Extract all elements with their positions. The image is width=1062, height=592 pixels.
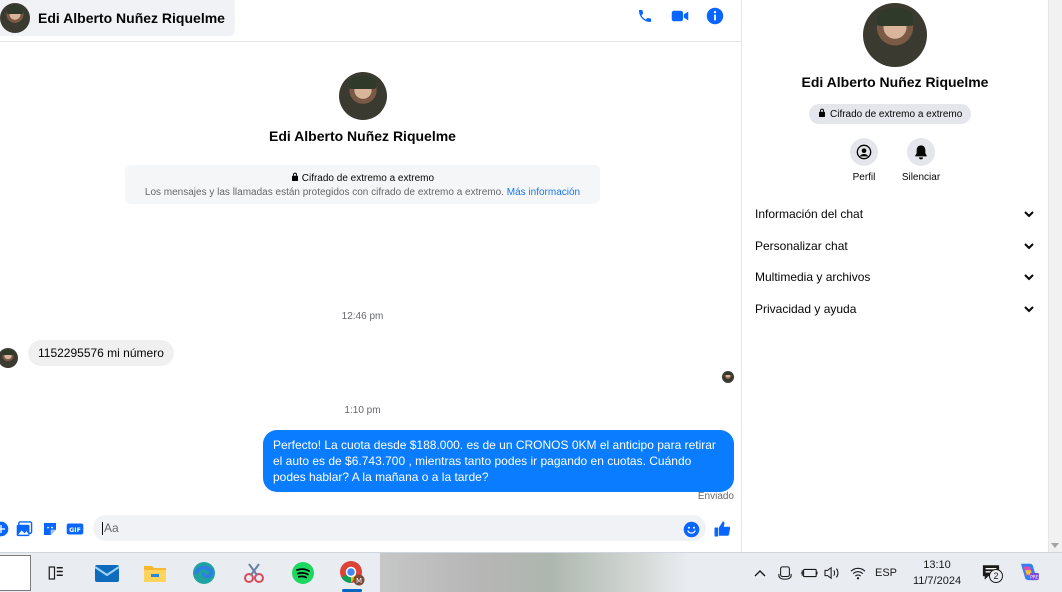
section-label: Multimedia y archivos bbox=[755, 270, 871, 284]
clock-time: 13:10 bbox=[923, 559, 951, 571]
battery-icon[interactable] bbox=[799, 564, 819, 582]
profile-avatar[interactable] bbox=[338, 72, 387, 120]
video-call-icon[interactable] bbox=[670, 6, 690, 26]
scrollbar[interactable] bbox=[1048, 0, 1062, 552]
emoji-icon[interactable] bbox=[682, 520, 700, 538]
sent-status: Enviado bbox=[697, 491, 734, 502]
chevron-up-icon[interactable] bbox=[752, 564, 768, 582]
incoming-message-row: 1152295576 mi número bbox=[0, 338, 174, 368]
language-indicator[interactable]: ESP bbox=[872, 564, 900, 582]
task-view-icon[interactable] bbox=[40, 557, 72, 589]
profile-button-label: Perfil bbox=[852, 172, 876, 183]
clock-date: 11/7/2024 bbox=[912, 575, 962, 587]
clock[interactable]: 13:10 11/7/2024 bbox=[905, 557, 969, 589]
taskbar: M ESP 13:10 11/7/2024 2 PRE bbox=[0, 552, 1062, 592]
lock-icon bbox=[818, 108, 826, 120]
conversation-profile: Edi Alberto Nuñez Riquelme bbox=[0, 72, 725, 144]
profile-icon bbox=[850, 138, 878, 166]
chevron-down-icon bbox=[1024, 270, 1034, 284]
file-explorer-icon[interactable] bbox=[139, 557, 171, 589]
section-media-files[interactable]: Multimedia y archivos bbox=[755, 267, 1034, 287]
profile-name: Edi Alberto Nuñez Riquelme bbox=[269, 128, 456, 144]
mail-icon[interactable] bbox=[91, 557, 123, 589]
e2e-title-text: Cifrado de extremo a extremo bbox=[301, 173, 435, 184]
taskbar-search-box[interactable] bbox=[0, 555, 31, 591]
message-composer: GIF Aa bbox=[0, 512, 741, 544]
more-actions-icon[interactable] bbox=[0, 520, 10, 538]
sender-avatar[interactable] bbox=[0, 348, 18, 368]
chat-area: Edi Alberto Nuñez Riquelme Edi Alberto N… bbox=[0, 0, 741, 552]
gif-icon[interactable]: GIF bbox=[66, 520, 84, 538]
avatar bbox=[0, 3, 30, 33]
e2e-title: Cifrado de extremo a extremo bbox=[125, 172, 600, 184]
section-chat-info[interactable]: Información del chat bbox=[755, 204, 1034, 224]
taskbar-background bbox=[380, 553, 690, 592]
chat-header: Edi Alberto Nuñez Riquelme bbox=[0, 0, 741, 42]
e2e-badge[interactable]: Cifrado de extremo a extremo bbox=[809, 104, 972, 124]
svg-text:M: M bbox=[356, 577, 362, 585]
wifi-icon[interactable] bbox=[849, 564, 867, 582]
panel-avatar[interactable] bbox=[863, 3, 927, 67]
section-privacy-help[interactable]: Privacidad y ayuda bbox=[755, 299, 1034, 319]
like-icon[interactable] bbox=[713, 520, 731, 538]
mute-button-label: Silenciar bbox=[901, 172, 941, 183]
chrome-icon[interactable]: M bbox=[336, 557, 368, 592]
notification-count: 2 bbox=[989, 569, 1003, 583]
incoming-message-bubble[interactable]: 1152295576 mi número bbox=[28, 340, 174, 366]
conversation-info-panel: Edi Alberto Nuñez Riquelme Cifrado de ex… bbox=[741, 0, 1048, 552]
text-caret bbox=[102, 521, 103, 535]
edge-browser-icon[interactable] bbox=[188, 557, 220, 589]
copilot-icon[interactable]: PRE bbox=[1017, 562, 1041, 580]
panel-contact-name: Edi Alberto Nuñez Riquelme bbox=[801, 74, 989, 90]
e2e-badge-label: Cifrado de extremo a extremo bbox=[830, 108, 963, 120]
info-icon[interactable] bbox=[705, 6, 725, 26]
screen: Edi Alberto Nuñez Riquelme Edi Alberto N… bbox=[0, 0, 1062, 592]
message-timestamp: 1:10 pm bbox=[344, 405, 381, 416]
photo-icon[interactable] bbox=[15, 520, 33, 538]
message-input-placeholder: Aa bbox=[104, 521, 119, 535]
outgoing-message-bubble[interactable]: Perfecto! La cuota desde $188.000. es de… bbox=[263, 430, 734, 492]
snipping-tool-icon[interactable] bbox=[238, 557, 270, 589]
phone-icon[interactable] bbox=[635, 6, 655, 26]
section-label: Información del chat bbox=[755, 207, 864, 221]
chevron-down-icon bbox=[1024, 207, 1034, 221]
read-receipt-avatar bbox=[722, 371, 734, 383]
lock-icon bbox=[291, 172, 302, 184]
profile-button[interactable]: Perfil bbox=[834, 138, 894, 183]
e2e-body-text: Los mensajes y las llamadas están proteg… bbox=[144, 187, 504, 198]
mute-button[interactable]: Silenciar bbox=[891, 138, 951, 183]
meet-now-icon[interactable] bbox=[776, 564, 794, 582]
header-contact-name: Edi Alberto Nuñez Riquelme bbox=[38, 10, 225, 26]
notifications-button[interactable]: 2 bbox=[979, 563, 1003, 583]
message-input[interactable]: Aa bbox=[93, 515, 706, 541]
chevron-down-icon bbox=[1024, 302, 1034, 316]
svg-text:GIF: GIF bbox=[69, 527, 81, 534]
svg-text:PRE: PRE bbox=[1030, 574, 1039, 580]
sticker-icon[interactable] bbox=[41, 520, 59, 538]
e2e-body: Los mensajes y las llamadas están proteg… bbox=[125, 187, 600, 198]
bell-icon bbox=[907, 138, 935, 166]
e2e-notice: Cifrado de extremo a extremo Los mensaje… bbox=[125, 165, 600, 204]
section-label: Personalizar chat bbox=[755, 239, 848, 253]
volume-icon[interactable] bbox=[822, 564, 842, 582]
learn-more-link[interactable]: Más información bbox=[507, 187, 580, 198]
section-customize-chat[interactable]: Personalizar chat bbox=[755, 236, 1034, 256]
section-label: Privacidad y ayuda bbox=[755, 302, 857, 316]
spotify-icon[interactable] bbox=[287, 557, 319, 589]
header-contact-button[interactable]: Edi Alberto Nuñez Riquelme bbox=[0, 0, 235, 36]
scroll-down-arrow-icon[interactable] bbox=[1051, 543, 1059, 548]
chevron-down-icon bbox=[1024, 239, 1034, 253]
message-timestamp: 12:46 pm bbox=[341, 311, 384, 322]
